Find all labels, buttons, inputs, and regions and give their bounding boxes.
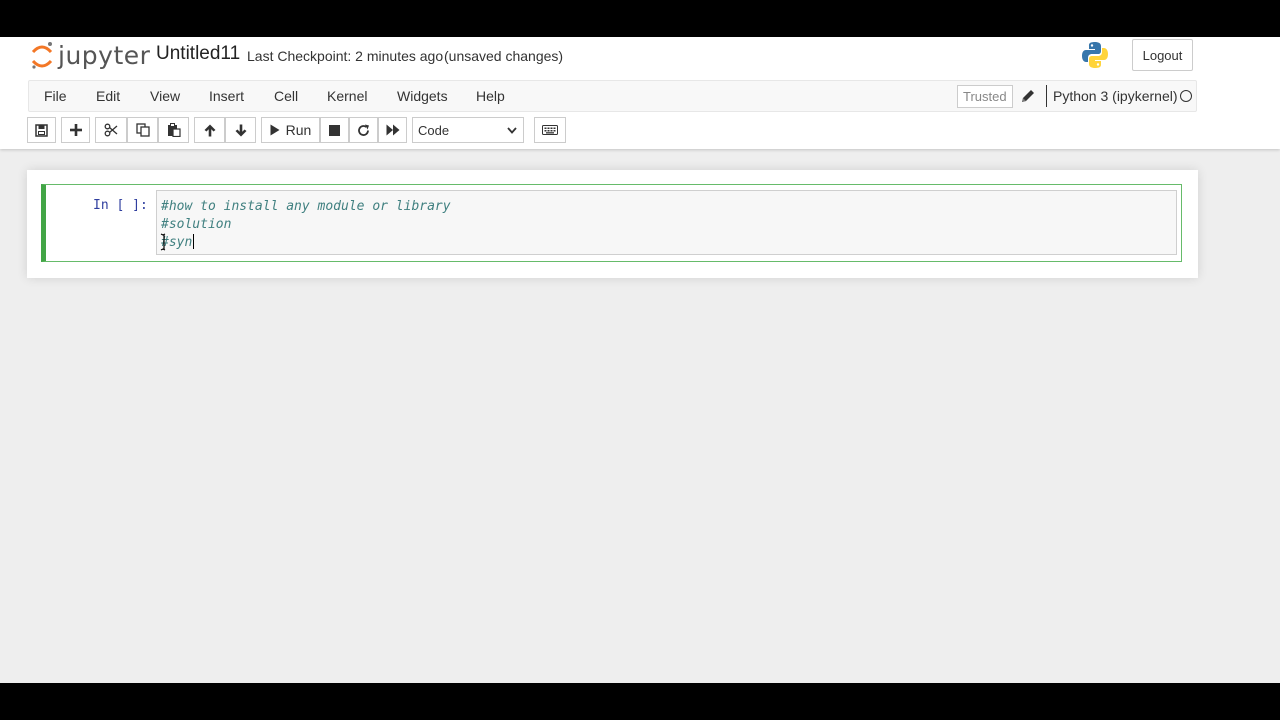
kernel-idle-indicator-icon: [1180, 90, 1192, 102]
jupyter-window: jupyter Untitled11 Last Checkpoint: 2 mi…: [0, 37, 1280, 683]
interrupt-kernel-button[interactable]: [320, 117, 349, 143]
python-logo-icon: [1082, 42, 1108, 68]
menu-help[interactable]: Help: [476, 88, 505, 104]
keyboard-icon: [542, 125, 558, 135]
notebook-container: In [ ]: #how to install any module or li…: [27, 170, 1198, 278]
copy-button[interactable]: [127, 117, 158, 143]
menu-view[interactable]: View: [150, 88, 180, 104]
menu-insert[interactable]: Insert: [209, 88, 244, 104]
cell-type-value: Code: [418, 122, 450, 138]
insert-cell-button[interactable]: [61, 117, 90, 143]
chevron-down-icon: [507, 127, 517, 134]
move-cell-down-button[interactable]: [225, 117, 256, 143]
arrow-down-icon: [235, 124, 246, 136]
move-cell-up-button[interactable]: [194, 117, 225, 143]
kernel-separator: [1046, 85, 1047, 107]
restart-kernel-button[interactable]: [349, 117, 378, 143]
arrow-up-icon: [204, 124, 215, 136]
code-cell[interactable]: In [ ]: #how to install any module or li…: [41, 184, 1182, 262]
fast-forward-icon: [386, 124, 399, 136]
top-bar: jupyter Untitled11 Last Checkpoint: 2 mi…: [0, 37, 1280, 79]
trusted-indicator[interactable]: Trusted: [957, 85, 1013, 108]
menu-cell[interactable]: Cell: [274, 88, 298, 104]
save-icon: [35, 123, 48, 137]
scissors-icon: [104, 123, 118, 137]
menu-widgets[interactable]: Widgets: [397, 88, 448, 104]
stop-icon: [329, 124, 340, 136]
menu-kernel[interactable]: Kernel: [327, 88, 367, 104]
restart-run-all-button[interactable]: [378, 117, 407, 143]
ibeam-cursor-icon: [160, 233, 166, 251]
paste-icon: [167, 123, 181, 137]
checkpoint-status: Last Checkpoint: 2 minutes ago: [247, 48, 444, 64]
cut-button[interactable]: [95, 117, 127, 143]
main-toolbar: Run Code: [0, 117, 1280, 145]
notebook-title[interactable]: Untitled11: [156, 43, 240, 65]
run-label: Run: [285, 122, 312, 138]
pencil-icon[interactable]: [1019, 87, 1037, 105]
plus-icon: [69, 124, 82, 136]
notebook-header: jupyter Untitled11 Last Checkpoint: 2 mi…: [0, 37, 1280, 149]
code-editor[interactable]: #how to install any module or library #s…: [156, 190, 1177, 255]
menu-bar: File Edit View Insert Cell Kernel Widget…: [28, 80, 1197, 112]
autosave-status: (unsaved changes): [444, 48, 564, 64]
input-prompt: In [ ]:: [93, 198, 148, 213]
cell-type-select[interactable]: Code: [412, 117, 524, 143]
command-palette-button[interactable]: [534, 117, 566, 143]
play-icon: [270, 124, 280, 136]
text-caret: [193, 234, 194, 249]
save-button[interactable]: [27, 117, 56, 143]
logout-button[interactable]: Logout: [1132, 39, 1193, 71]
run-button[interactable]: Run: [261, 117, 320, 143]
code-line: #how to install any module or library: [161, 199, 451, 214]
menu-file[interactable]: File: [44, 88, 67, 104]
copy-icon: [135, 123, 150, 137]
paste-button[interactable]: [158, 117, 189, 143]
menu-edit[interactable]: Edit: [96, 88, 120, 104]
code-line: #solution: [161, 217, 232, 232]
kernel-name[interactable]: Python 3 (ipykernel): [1053, 88, 1178, 104]
jupyter-logo-text: jupyter: [58, 41, 151, 70]
refresh-icon: [358, 124, 369, 136]
